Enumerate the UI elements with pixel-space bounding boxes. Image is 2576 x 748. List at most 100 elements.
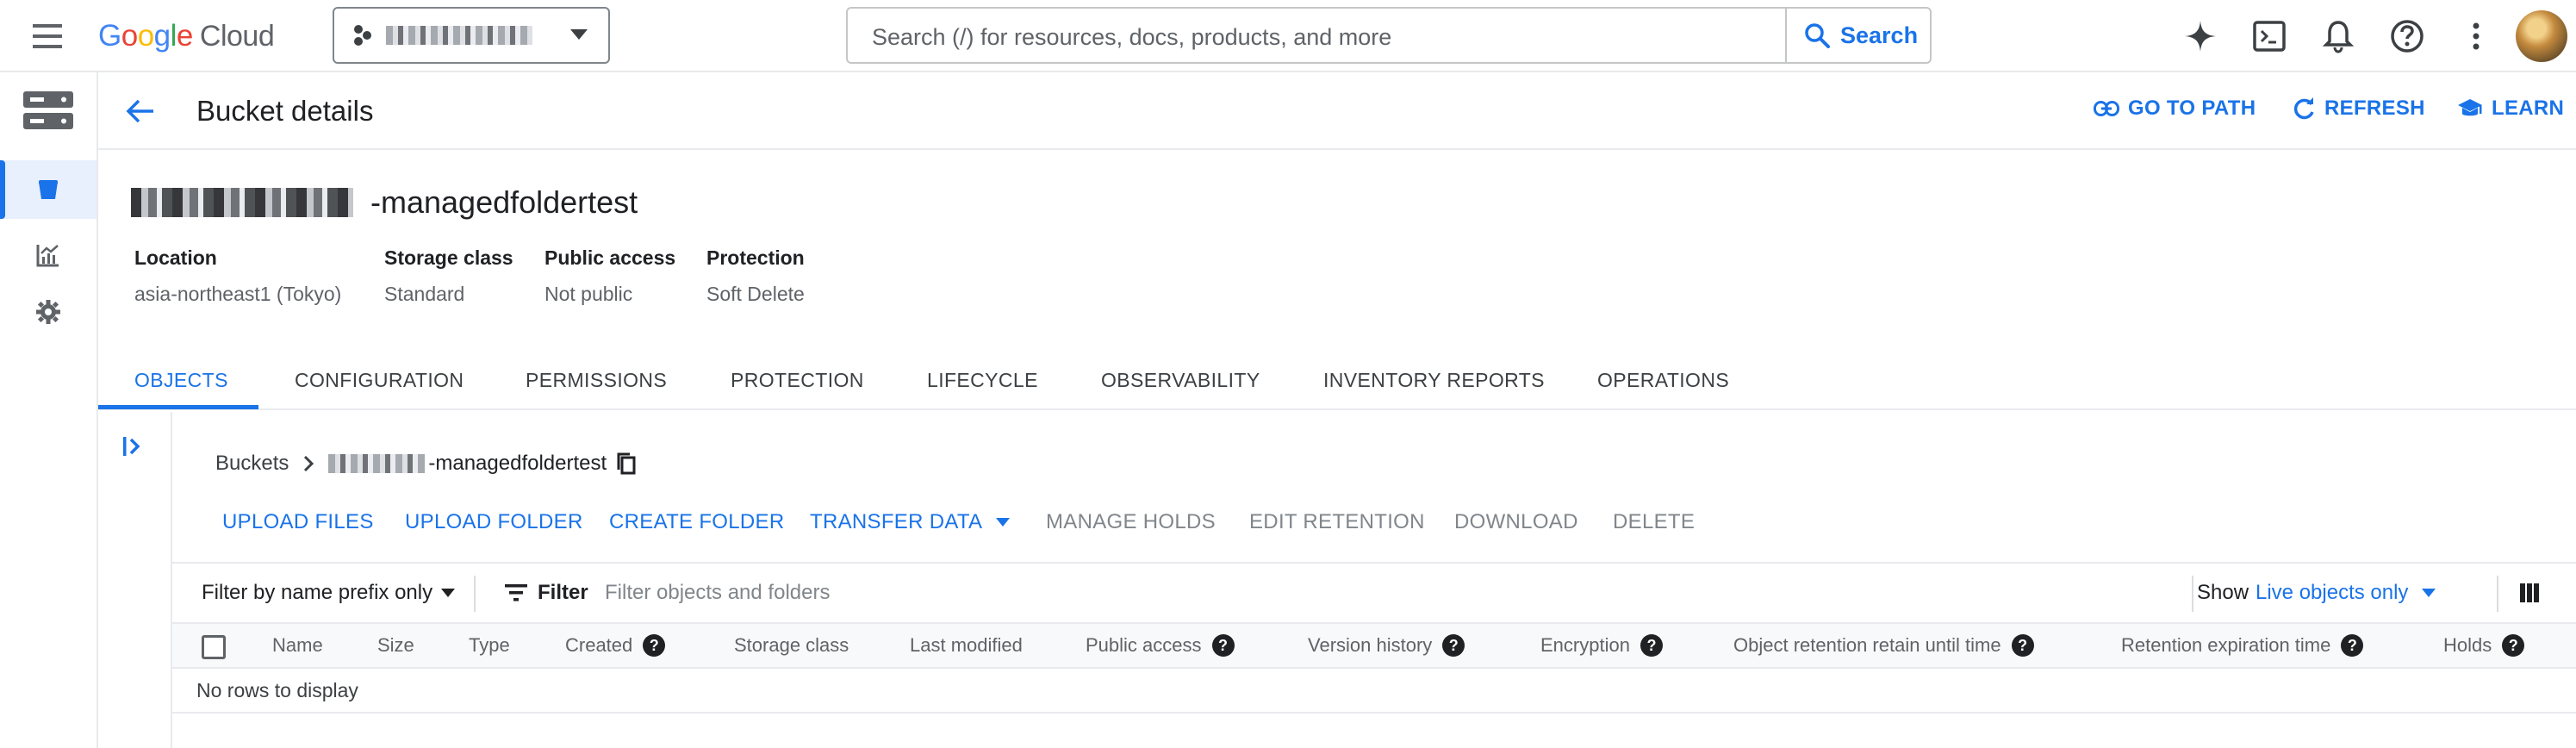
link-icon bbox=[2094, 101, 2119, 116]
col-name[interactable]: Name bbox=[272, 634, 323, 657]
refresh-icon bbox=[2293, 97, 2314, 120]
help-icon[interactable]: ? bbox=[1442, 634, 1465, 657]
divider bbox=[2497, 576, 2498, 612]
settings-icon bbox=[36, 300, 60, 324]
panel-expand-icon[interactable] bbox=[121, 434, 145, 458]
protection-label: Protection bbox=[706, 246, 805, 269]
col-storage-class-label: Storage class bbox=[734, 634, 849, 656]
col-version-history[interactable]: Version history? bbox=[1308, 634, 1465, 657]
upload-files-button[interactable]: UPLOAD FILES bbox=[222, 510, 374, 534]
show-select[interactable]: Live objects only bbox=[2256, 581, 2436, 605]
edit-retention-button[interactable]: EDIT RETENTION bbox=[1249, 510, 1425, 534]
location-label: Location bbox=[134, 246, 217, 269]
help-icon[interactable]: ? bbox=[2502, 634, 2525, 657]
protection-value: Soft Delete bbox=[706, 283, 805, 305]
arrow-back-icon[interactable] bbox=[126, 97, 155, 126]
table-divider bbox=[172, 712, 2576, 714]
search-input[interactable]: Search (/) for resources, docs, products… bbox=[872, 24, 1391, 51]
col-version-history-label: Version history bbox=[1308, 634, 1433, 656]
storage-class-label: Storage class bbox=[384, 246, 513, 269]
page-title: Bucket details bbox=[196, 95, 374, 127]
help-icon[interactable]: ? bbox=[643, 634, 666, 657]
tab-inventory-reports[interactable]: INVENTORY REPORTS bbox=[1323, 369, 1545, 392]
help-icon[interactable]: ? bbox=[1211, 634, 1235, 657]
storage-class-value: Standard bbox=[384, 283, 465, 305]
nav-buckets[interactable] bbox=[0, 160, 96, 219]
filter-bar: Filter by name prefix only Filter Filter… bbox=[172, 562, 2576, 624]
filter-input[interactable]: Filter objects and folders bbox=[605, 581, 830, 605]
transfer-data-label: TRANSFER DATA bbox=[810, 510, 983, 533]
search-button[interactable]: Search bbox=[1785, 9, 1930, 62]
tab-objects[interactable]: OBJECTS bbox=[134, 369, 228, 392]
gemini-sparkle-icon[interactable] bbox=[2181, 17, 2219, 55]
divider bbox=[474, 576, 476, 612]
public-access-label: Public access bbox=[544, 246, 676, 269]
learn-button[interactable]: LEARN bbox=[2457, 97, 2564, 121]
bucket-name-suffix: -managedfoldertest bbox=[370, 184, 638, 220]
col-created[interactable]: Created? bbox=[565, 634, 666, 657]
col-public-access[interactable]: Public access? bbox=[1086, 634, 1235, 657]
hamburger-icon[interactable] bbox=[31, 21, 65, 52]
help-icon[interactable]: ? bbox=[2011, 634, 2034, 657]
more-vert-icon[interactable] bbox=[2457, 17, 2495, 55]
col-last-modified[interactable]: Last modified bbox=[910, 634, 1023, 657]
column-display-icon[interactable] bbox=[2519, 583, 2540, 603]
col-holds[interactable]: Holds? bbox=[2443, 634, 2525, 657]
logo-google-text: Google bbox=[98, 19, 193, 53]
refresh-button[interactable]: REFRESH bbox=[2292, 97, 2425, 121]
bucket-name: -managedfoldertest bbox=[131, 184, 638, 221]
search-bar[interactable]: Search (/) for resources, docs, products… bbox=[846, 7, 1932, 64]
chevron-down-icon bbox=[996, 518, 1011, 527]
upload-folder-button[interactable]: UPLOAD FOLDER bbox=[405, 510, 583, 534]
nav-settings[interactable] bbox=[0, 283, 96, 341]
empty-table-message: No rows to display bbox=[196, 679, 358, 701]
col-type-label: Type bbox=[469, 634, 510, 656]
learn-icon bbox=[2458, 99, 2482, 116]
bell-icon[interactable] bbox=[2319, 17, 2357, 55]
google-cloud-logo[interactable]: Google Cloud bbox=[98, 16, 275, 57]
tab-protection[interactable]: PROTECTION bbox=[731, 369, 864, 392]
create-folder-button[interactable]: CREATE FOLDER bbox=[609, 510, 784, 534]
col-object-retention[interactable]: Object retention retain until time? bbox=[1733, 634, 2034, 657]
manage-holds-button[interactable]: MANAGE HOLDS bbox=[1046, 510, 1216, 534]
download-button[interactable]: DOWNLOAD bbox=[1454, 510, 1578, 534]
chevron-down-icon bbox=[441, 589, 456, 597]
col-encryption-label: Encryption bbox=[1540, 634, 1630, 656]
divider bbox=[2192, 576, 2193, 612]
tab-lifecycle[interactable]: LIFECYCLE bbox=[927, 369, 1038, 392]
nav-monitoring[interactable] bbox=[0, 226, 96, 284]
tab-operations[interactable]: OPERATIONS bbox=[1597, 369, 1729, 392]
col-name-label: Name bbox=[272, 634, 323, 656]
copy-icon[interactable] bbox=[617, 452, 636, 475]
terminal-icon[interactable] bbox=[2250, 17, 2288, 55]
help-icon[interactable] bbox=[2388, 17, 2426, 55]
select-all-checkbox[interactable] bbox=[202, 635, 226, 659]
filter-label: Filter bbox=[538, 581, 588, 604]
col-size[interactable]: Size bbox=[377, 634, 414, 657]
transfer-data-button[interactable]: TRANSFER DATA bbox=[810, 510, 1011, 534]
col-encryption[interactable]: Encryption? bbox=[1540, 634, 1663, 657]
breadcrumb-buckets[interactable]: Buckets bbox=[215, 452, 289, 476]
filter-button[interactable]: Filter bbox=[505, 581, 588, 605]
bucket-icon bbox=[39, 180, 58, 199]
breadcrumb-bucket-redacted bbox=[328, 454, 426, 473]
delete-button[interactable]: DELETE bbox=[1613, 510, 1695, 534]
storage-icon[interactable] bbox=[0, 81, 96, 140]
folder-tree-panel bbox=[98, 412, 172, 748]
tab-permissions[interactable]: PERMISSIONS bbox=[526, 369, 667, 392]
go-to-path-button[interactable]: GO TO PATH bbox=[2094, 97, 2256, 121]
tab-configuration[interactable]: CONFIGURATION bbox=[295, 369, 464, 392]
logo-cloud-text: Cloud bbox=[199, 19, 275, 53]
col-retention-expiration[interactable]: Retention expiration time? bbox=[2121, 634, 2364, 657]
help-icon[interactable]: ? bbox=[1640, 634, 1663, 657]
col-type[interactable]: Type bbox=[469, 634, 510, 657]
breadcrumb-bucket[interactable]: -managedfoldertest bbox=[428, 452, 607, 476]
chevron-down-icon bbox=[2422, 589, 2436, 597]
col-holds-label: Holds bbox=[2443, 634, 2492, 656]
help-icon[interactable]: ? bbox=[2341, 634, 2364, 657]
col-storage-class[interactable]: Storage class bbox=[734, 634, 849, 657]
avatar[interactable] bbox=[2516, 10, 2567, 62]
filter-mode-select[interactable]: Filter by name prefix only bbox=[202, 581, 456, 605]
tab-observability[interactable]: OBSERVABILITY bbox=[1101, 369, 1260, 392]
project-picker[interactable] bbox=[333, 7, 610, 64]
